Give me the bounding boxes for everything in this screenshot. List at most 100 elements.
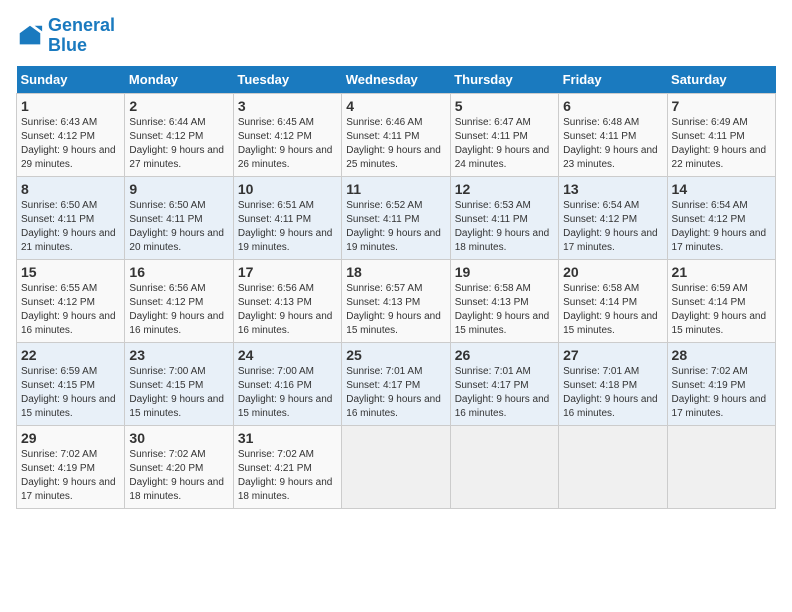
calendar-cell: 18 Sunrise: 6:57 AM Sunset: 4:13 PM Dayl… — [342, 259, 450, 342]
calendar-cell — [450, 425, 558, 508]
calendar-week-2: 8 Sunrise: 6:50 AM Sunset: 4:11 PM Dayli… — [17, 176, 776, 259]
calendar-cell: 11 Sunrise: 6:52 AM Sunset: 4:11 PM Dayl… — [342, 176, 450, 259]
day-number: 27 — [563, 347, 662, 363]
calendar-cell: 2 Sunrise: 6:44 AM Sunset: 4:12 PM Dayli… — [125, 93, 233, 176]
day-detail: Sunrise: 6:59 AM Sunset: 4:14 PM Dayligh… — [672, 282, 771, 338]
calendar-cell: 26 Sunrise: 7:01 AM Sunset: 4:17 PM Dayl… — [450, 342, 558, 425]
day-number: 26 — [455, 347, 554, 363]
calendar-cell: 10 Sunrise: 6:51 AM Sunset: 4:11 PM Dayl… — [233, 176, 341, 259]
day-number: 11 — [346, 181, 445, 197]
calendar-cell: 14 Sunrise: 6:54 AM Sunset: 4:12 PM Dayl… — [667, 176, 775, 259]
day-number: 22 — [21, 347, 120, 363]
day-detail: Sunrise: 6:56 AM Sunset: 4:12 PM Dayligh… — [129, 282, 228, 338]
day-number: 1 — [21, 98, 120, 114]
day-detail: Sunrise: 7:02 AM Sunset: 4:20 PM Dayligh… — [129, 448, 228, 504]
day-detail: Sunrise: 7:02 AM Sunset: 4:21 PM Dayligh… — [238, 448, 337, 504]
day-detail: Sunrise: 7:00 AM Sunset: 4:16 PM Dayligh… — [238, 365, 337, 421]
day-detail: Sunrise: 7:01 AM Sunset: 4:17 PM Dayligh… — [346, 365, 445, 421]
day-detail: Sunrise: 6:58 AM Sunset: 4:13 PM Dayligh… — [455, 282, 554, 338]
calendar-cell: 24 Sunrise: 7:00 AM Sunset: 4:16 PM Dayl… — [233, 342, 341, 425]
day-detail: Sunrise: 6:59 AM Sunset: 4:15 PM Dayligh… — [21, 365, 120, 421]
calendar-cell: 19 Sunrise: 6:58 AM Sunset: 4:13 PM Dayl… — [450, 259, 558, 342]
day-detail: Sunrise: 6:44 AM Sunset: 4:12 PM Dayligh… — [129, 116, 228, 172]
calendar-table: SundayMondayTuesdayWednesdayThursdayFrid… — [16, 66, 776, 509]
day-detail: Sunrise: 6:57 AM Sunset: 4:13 PM Dayligh… — [346, 282, 445, 338]
weekday-header-tuesday: Tuesday — [233, 66, 341, 94]
calendar-week-1: 1 Sunrise: 6:43 AM Sunset: 4:12 PM Dayli… — [17, 93, 776, 176]
day-detail: Sunrise: 6:54 AM Sunset: 4:12 PM Dayligh… — [563, 199, 662, 255]
calendar-week-3: 15 Sunrise: 6:55 AM Sunset: 4:12 PM Dayl… — [17, 259, 776, 342]
day-number: 31 — [238, 430, 337, 446]
day-number: 3 — [238, 98, 337, 114]
calendar-cell: 3 Sunrise: 6:45 AM Sunset: 4:12 PM Dayli… — [233, 93, 341, 176]
calendar-cell: 25 Sunrise: 7:01 AM Sunset: 4:17 PM Dayl… — [342, 342, 450, 425]
day-number: 21 — [672, 264, 771, 280]
day-number: 14 — [672, 181, 771, 197]
day-detail: Sunrise: 6:48 AM Sunset: 4:11 PM Dayligh… — [563, 116, 662, 172]
weekday-header-friday: Friday — [559, 66, 667, 94]
day-number: 28 — [672, 347, 771, 363]
calendar-cell: 16 Sunrise: 6:56 AM Sunset: 4:12 PM Dayl… — [125, 259, 233, 342]
day-number: 10 — [238, 181, 337, 197]
calendar-cell: 29 Sunrise: 7:02 AM Sunset: 4:19 PM Dayl… — [17, 425, 125, 508]
calendar-cell: 12 Sunrise: 6:53 AM Sunset: 4:11 PM Dayl… — [450, 176, 558, 259]
day-detail: Sunrise: 7:01 AM Sunset: 4:18 PM Dayligh… — [563, 365, 662, 421]
calendar-cell: 20 Sunrise: 6:58 AM Sunset: 4:14 PM Dayl… — [559, 259, 667, 342]
calendar-cell: 23 Sunrise: 7:00 AM Sunset: 4:15 PM Dayl… — [125, 342, 233, 425]
day-detail: Sunrise: 6:58 AM Sunset: 4:14 PM Dayligh… — [563, 282, 662, 338]
day-detail: Sunrise: 6:51 AM Sunset: 4:11 PM Dayligh… — [238, 199, 337, 255]
day-number: 30 — [129, 430, 228, 446]
calendar-cell: 15 Sunrise: 6:55 AM Sunset: 4:12 PM Dayl… — [17, 259, 125, 342]
day-detail: Sunrise: 6:43 AM Sunset: 4:12 PM Dayligh… — [21, 116, 120, 172]
day-number: 4 — [346, 98, 445, 114]
calendar-cell: 21 Sunrise: 6:59 AM Sunset: 4:14 PM Dayl… — [667, 259, 775, 342]
calendar-cell: 28 Sunrise: 7:02 AM Sunset: 4:19 PM Dayl… — [667, 342, 775, 425]
day-detail: Sunrise: 6:56 AM Sunset: 4:13 PM Dayligh… — [238, 282, 337, 338]
day-number: 5 — [455, 98, 554, 114]
calendar-cell: 7 Sunrise: 6:49 AM Sunset: 4:11 PM Dayli… — [667, 93, 775, 176]
calendar-cell: 30 Sunrise: 7:02 AM Sunset: 4:20 PM Dayl… — [125, 425, 233, 508]
calendar-week-4: 22 Sunrise: 6:59 AM Sunset: 4:15 PM Dayl… — [17, 342, 776, 425]
day-number: 16 — [129, 264, 228, 280]
day-detail: Sunrise: 6:46 AM Sunset: 4:11 PM Dayligh… — [346, 116, 445, 172]
day-detail: Sunrise: 6:45 AM Sunset: 4:12 PM Dayligh… — [238, 116, 337, 172]
day-detail: Sunrise: 6:53 AM Sunset: 4:11 PM Dayligh… — [455, 199, 554, 255]
calendar-cell: 6 Sunrise: 6:48 AM Sunset: 4:11 PM Dayli… — [559, 93, 667, 176]
calendar-cell — [559, 425, 667, 508]
calendar-cell: 31 Sunrise: 7:02 AM Sunset: 4:21 PM Dayl… — [233, 425, 341, 508]
day-number: 12 — [455, 181, 554, 197]
logo-text: General Blue — [48, 16, 115, 56]
calendar-cell: 13 Sunrise: 6:54 AM Sunset: 4:12 PM Dayl… — [559, 176, 667, 259]
day-number: 8 — [21, 181, 120, 197]
day-detail: Sunrise: 7:01 AM Sunset: 4:17 PM Dayligh… — [455, 365, 554, 421]
day-detail: Sunrise: 6:54 AM Sunset: 4:12 PM Dayligh… — [672, 199, 771, 255]
day-detail: Sunrise: 6:47 AM Sunset: 4:11 PM Dayligh… — [455, 116, 554, 172]
weekday-header-thursday: Thursday — [450, 66, 558, 94]
calendar-cell: 1 Sunrise: 6:43 AM Sunset: 4:12 PM Dayli… — [17, 93, 125, 176]
day-detail: Sunrise: 6:50 AM Sunset: 4:11 PM Dayligh… — [21, 199, 120, 255]
weekday-header-monday: Monday — [125, 66, 233, 94]
calendar-cell: 27 Sunrise: 7:01 AM Sunset: 4:18 PM Dayl… — [559, 342, 667, 425]
day-number: 25 — [346, 347, 445, 363]
day-number: 15 — [21, 264, 120, 280]
day-number: 17 — [238, 264, 337, 280]
weekday-header-sunday: Sunday — [17, 66, 125, 94]
day-number: 23 — [129, 347, 228, 363]
calendar-cell — [667, 425, 775, 508]
calendar-cell: 4 Sunrise: 6:46 AM Sunset: 4:11 PM Dayli… — [342, 93, 450, 176]
day-number: 20 — [563, 264, 662, 280]
calendar-cell: 8 Sunrise: 6:50 AM Sunset: 4:11 PM Dayli… — [17, 176, 125, 259]
weekday-header-saturday: Saturday — [667, 66, 775, 94]
day-detail: Sunrise: 7:00 AM Sunset: 4:15 PM Dayligh… — [129, 365, 228, 421]
day-number: 13 — [563, 181, 662, 197]
day-detail: Sunrise: 6:50 AM Sunset: 4:11 PM Dayligh… — [129, 199, 228, 255]
calendar-cell: 17 Sunrise: 6:56 AM Sunset: 4:13 PM Dayl… — [233, 259, 341, 342]
day-number: 9 — [129, 181, 228, 197]
calendar-cell: 9 Sunrise: 6:50 AM Sunset: 4:11 PM Dayli… — [125, 176, 233, 259]
logo: General Blue — [16, 16, 115, 56]
day-number: 24 — [238, 347, 337, 363]
day-number: 7 — [672, 98, 771, 114]
day-number: 2 — [129, 98, 228, 114]
day-number: 18 — [346, 264, 445, 280]
day-detail: Sunrise: 7:02 AM Sunset: 4:19 PM Dayligh… — [21, 448, 120, 504]
